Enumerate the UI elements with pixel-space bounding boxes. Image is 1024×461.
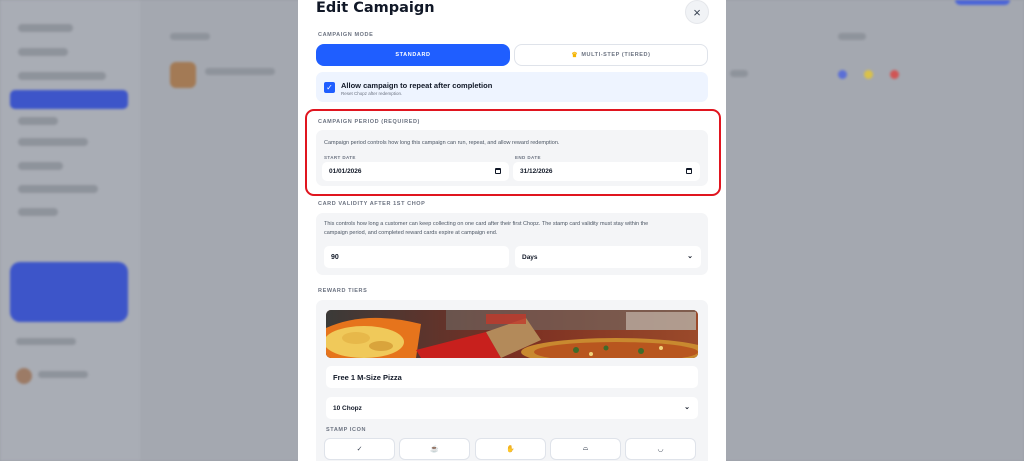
background-nav-item xyxy=(18,162,63,170)
chevron-down-icon: ⌄ xyxy=(684,404,690,411)
campaign-period-highlight xyxy=(305,109,721,196)
repeat-title: Allow campaign to repeat after completio… xyxy=(341,81,493,90)
stamp-option-burger[interactable]: ⌓ xyxy=(550,438,621,460)
stamp-option-check[interactable]: ✓ xyxy=(324,438,395,460)
background-text xyxy=(730,70,748,77)
background-sidebar xyxy=(0,0,140,461)
card-validity-description-line2: campaign period, and completed reward ca… xyxy=(324,230,498,236)
background-nav-item xyxy=(18,72,106,80)
modal-title: Edit Campaign xyxy=(316,0,435,16)
edit-campaign-modal: Edit Campaign × CAMPAIGN MODE STANDARD ♛… xyxy=(298,0,726,461)
background-nav-item xyxy=(18,138,88,146)
mode-standard-button[interactable]: STANDARD xyxy=(316,44,510,66)
reward-image xyxy=(326,310,698,358)
background-text xyxy=(205,68,275,75)
close-button[interactable]: × xyxy=(685,0,709,24)
campaign-mode-label: CAMPAIGN MODE xyxy=(318,32,374,38)
repeat-subtitle: Reset Chopz after redemption. xyxy=(341,91,403,96)
background-dot xyxy=(838,70,847,79)
card-validity-label: CARD VALIDITY AFTER 1ST CHOP xyxy=(318,201,426,207)
repeat-checkbox[interactable]: ✓ xyxy=(324,82,335,93)
chopz-required-value: 10 Chopz xyxy=(333,404,362,412)
stamp-icon-label: STAMP ICON xyxy=(326,427,367,433)
background-dot xyxy=(864,70,873,79)
background-dot xyxy=(890,70,899,79)
check-icon: ✓ xyxy=(326,83,333,92)
background-nav-item xyxy=(18,117,58,125)
background-button xyxy=(955,0,1010,5)
background-nav-item-active xyxy=(10,90,128,109)
mode-multi-step-button[interactable]: ♛ MULTI-STEP (TIERED) xyxy=(514,44,708,66)
stamp-option-cup[interactable]: ☕ xyxy=(399,438,470,460)
background-avatar xyxy=(16,368,32,384)
mode-multi-step-label: MULTI-STEP (TIERED) xyxy=(581,52,651,58)
hand-icon: ✋ xyxy=(506,446,515,453)
bowl-icon: ◡ xyxy=(657,446,664,453)
close-icon: × xyxy=(693,4,701,20)
background-nav-item xyxy=(18,208,58,216)
stamp-option-bowl[interactable]: ◡ xyxy=(625,438,696,460)
pizza-photo xyxy=(326,310,698,358)
check-icon: ✓ xyxy=(356,446,363,453)
chevron-down-icon: ⌄ xyxy=(687,253,693,260)
validity-unit-select[interactable]: Days ⌄ xyxy=(515,246,701,268)
mode-standard-label: STANDARD xyxy=(395,52,431,58)
background-text xyxy=(838,33,866,40)
stamp-option-hand[interactable]: ✋ xyxy=(475,438,546,460)
validity-amount-value: 90 xyxy=(331,253,339,261)
background-nav-item xyxy=(18,24,73,32)
background-promo-card xyxy=(10,262,128,322)
burger-icon: ⌓ xyxy=(582,445,589,452)
background-nav-item xyxy=(18,48,68,56)
card-validity-description-line1: This controls how long a customer can ke… xyxy=(324,221,649,227)
background-nav-item xyxy=(18,185,98,193)
cup-icon: ☕ xyxy=(430,446,439,453)
validity-unit-value: Days xyxy=(522,253,538,261)
background-text xyxy=(170,33,210,40)
card-validity-panel: This controls how long a customer can ke… xyxy=(316,213,708,275)
tier-name-value: Free 1 M-Size Pizza xyxy=(333,372,402,382)
background-text xyxy=(38,371,88,378)
chopz-required-select[interactable]: 10 Chopz ⌄ xyxy=(326,397,698,419)
background-thumbnail xyxy=(170,62,196,88)
tier-name-input[interactable]: Free 1 M-Size Pizza xyxy=(326,366,698,388)
reward-tiers-panel: Free 1 M-Size Pizza 10 Chopz ⌄ STAMP ICO… xyxy=(316,300,708,461)
validity-amount-input[interactable]: 90 xyxy=(324,246,509,268)
crown-icon: ♛ xyxy=(571,52,579,59)
background-text xyxy=(16,338,76,345)
repeat-option: ✓ Allow campaign to repeat after complet… xyxy=(316,72,708,102)
reward-tiers-label: REWARD TIERS xyxy=(318,288,368,294)
